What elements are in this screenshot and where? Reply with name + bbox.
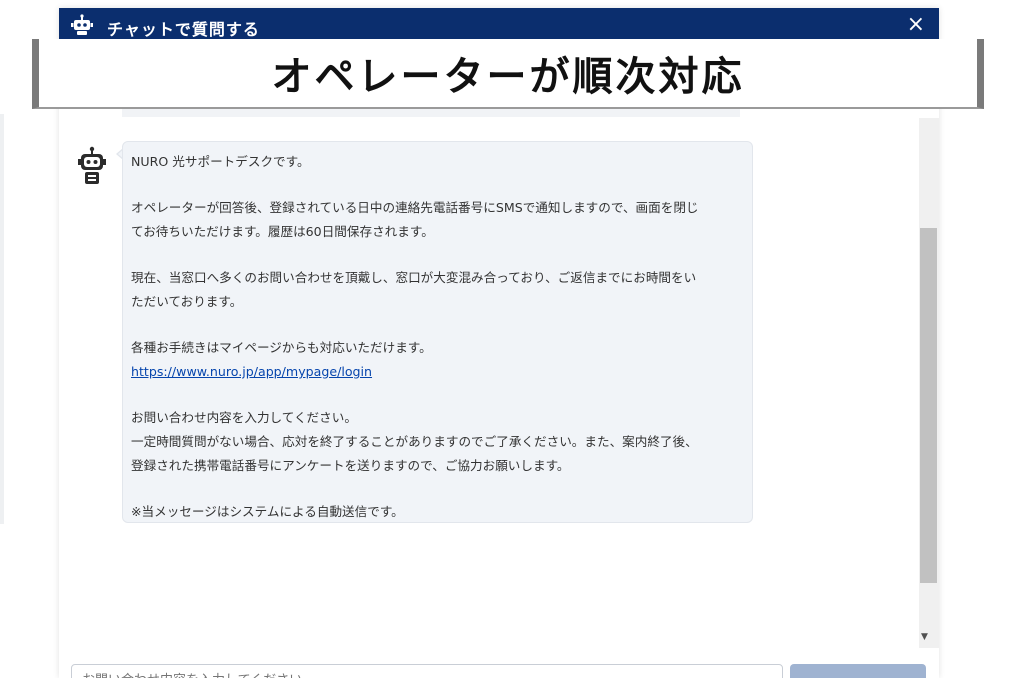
- message-line: てお待ちいただけます。履歴は60日間保存されます。: [131, 224, 434, 239]
- close-button[interactable]: ×: [907, 12, 925, 38]
- message-line: 各種お手続きはマイページからも対応いただけます。: [131, 340, 432, 355]
- chevron-down-icon[interactable]: ▼: [921, 632, 928, 642]
- message-line: 現在、当窓口へ多くのお問い合わせを頂戴し、窓口が大変混み合っており、ご返信までに…: [131, 270, 697, 285]
- message-line: ※当メッセージはシステムによる自動送信です。: [131, 504, 404, 519]
- message-input[interactable]: [71, 664, 783, 678]
- bot-message-bubble: NURO 光サポートデスクです。 オペレーターが回答後、登録されている日中の連絡…: [122, 141, 753, 523]
- message-line: 登録された携帯電話番号にアンケートを送りますので、ご協力お願いします。: [131, 458, 570, 473]
- send-button[interactable]: [790, 664, 926, 678]
- overlay-banner: オペレーターが順次対応: [32, 39, 984, 109]
- message-gap: [131, 174, 742, 196]
- scrollbar-thumb[interactable]: [920, 228, 937, 583]
- banner-title: オペレーターが順次対応: [271, 54, 745, 100]
- message-line: ただいております。: [131, 294, 243, 309]
- mypage-login-link[interactable]: https://www.nuro.jp/app/mypage/login: [131, 360, 742, 384]
- message-line: 一定時間質問がない場合、応対を終了することがありますのでご了承ください。また、案…: [131, 434, 698, 449]
- message-line: オペレーターが回答後、登録されている日中の連絡先電話番号にSMSで通知しますので…: [131, 200, 699, 215]
- message-gap: [131, 478, 742, 500]
- chat-title: チャットで質問する: [107, 20, 260, 39]
- message-line: お問い合わせ内容を入力してください。: [131, 410, 357, 425]
- message-line: NURO 光サポートデスクです。: [131, 154, 310, 169]
- chat-titlebar: チャットで質問する ×: [59, 8, 939, 42]
- robot-icon: [71, 14, 93, 35]
- message-gap: [131, 244, 742, 266]
- message-gap: [131, 314, 742, 336]
- left-pane-edge: [0, 114, 4, 524]
- message-gap: [131, 384, 742, 406]
- robot-icon: [78, 146, 106, 184]
